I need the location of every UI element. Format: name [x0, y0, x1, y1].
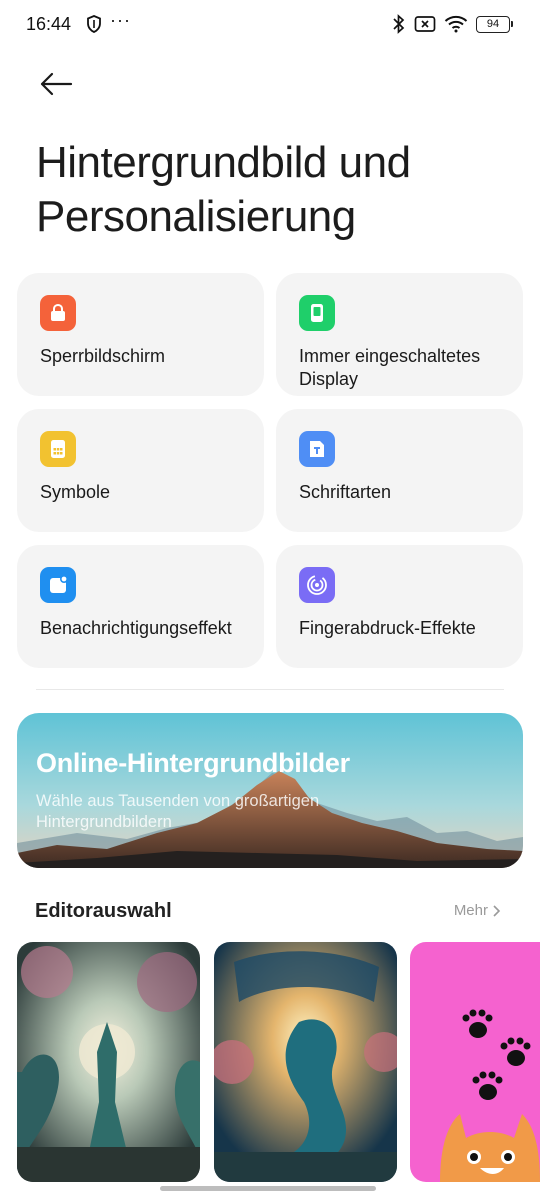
tile-always-on-display[interactable]: Immer eingeschaltetes Display: [276, 273, 523, 396]
fingerprint-icon: [299, 567, 335, 603]
tile-label: Fingerabdruck-Effekte: [299, 618, 476, 638]
tile-label: Sperrbildschirm: [40, 346, 166, 366]
app-grid-icon: [40, 431, 76, 467]
tile-label: Schriftarten: [299, 482, 392, 502]
battery-indicator: 94: [476, 15, 513, 33]
back-button[interactable]: [34, 64, 78, 104]
home-indicator[interactable]: [160, 1186, 376, 1191]
wifi-icon: [444, 15, 468, 33]
chevron-right-icon: [493, 904, 501, 917]
more-notifications-icon: ···: [110, 10, 131, 30]
tile-notification-effect[interactable]: Benachrichtigungseffekt: [17, 545, 264, 668]
cat-paws-wallpaper-image: [410, 942, 540, 1182]
battery-level: 94: [486, 17, 500, 30]
tile-lock-screen[interactable]: Sperrbildschirm: [17, 273, 264, 396]
dragon-wallpaper-image: [214, 942, 397, 1182]
dragon-girl-wallpaper-image: [17, 942, 200, 1182]
wallpaper-thumbnail[interactable]: [17, 942, 200, 1182]
tile-label: Immer eingeschaltetes Display: [299, 346, 481, 389]
banner-subtitle: Wähle aus Tausenden von großartigen Hint…: [36, 792, 320, 831]
tile-fonts[interactable]: Schriftarten: [276, 409, 523, 532]
no-sim-icon: [414, 16, 436, 32]
arrow-left-icon: [40, 72, 73, 96]
divider: [36, 689, 504, 690]
bluetooth-icon: [393, 14, 405, 34]
notification-icon: [40, 567, 76, 603]
tile-fingerprint-effects[interactable]: Fingerabdruck-Effekte: [276, 545, 523, 668]
tile-label: Benachrichtigungseffekt: [40, 618, 232, 638]
tile-icons[interactable]: Symbole: [17, 409, 264, 532]
status-bar: 16:44 ··· 94: [0, 0, 540, 48]
wallpaper-thumbnail[interactable]: [410, 942, 540, 1182]
page-title: Hintergrundbild und Personalisierung: [36, 138, 411, 241]
status-time: 16:44: [26, 14, 72, 34]
more-link[interactable]: Mehr: [454, 902, 502, 919]
section-title: Editorauswahl: [35, 900, 172, 922]
tile-label: Symbole: [40, 482, 111, 502]
wallpaper-thumbnail[interactable]: [214, 942, 397, 1182]
lock-icon: [40, 295, 76, 331]
banner-title: Online-Hintergrundbilder: [36, 748, 350, 778]
more-label: Mehr: [453, 902, 488, 919]
font-icon: [299, 431, 335, 467]
shield-icon: [87, 15, 101, 33]
online-wallpapers-banner[interactable]: Online-Hintergrundbilder Wähle aus Tause…: [17, 713, 523, 868]
phone-display-icon: [299, 295, 335, 331]
